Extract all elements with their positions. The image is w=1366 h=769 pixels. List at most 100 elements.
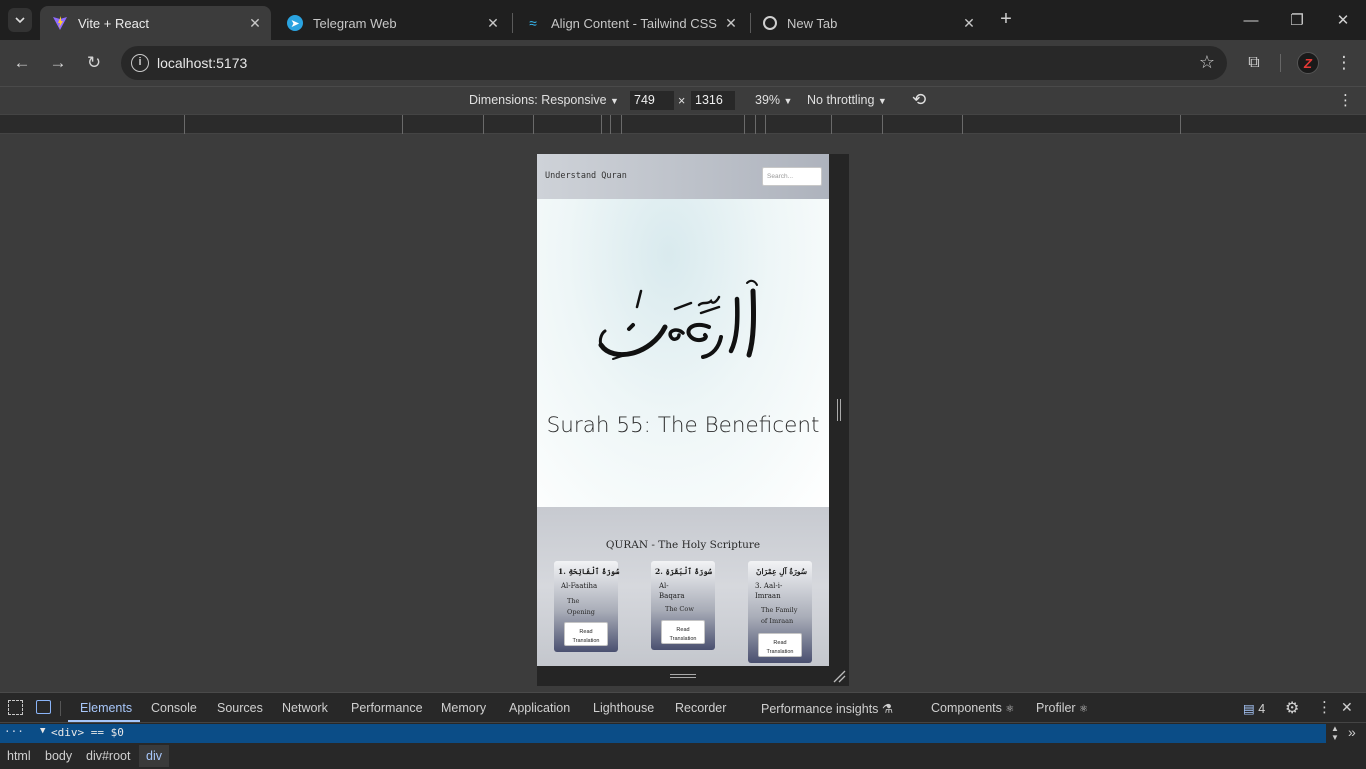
- forward-button[interactable]: →: [44, 49, 72, 77]
- times-sign: ×: [678, 94, 686, 108]
- mq-tick: [1180, 115, 1181, 134]
- back-button[interactable]: ←: [8, 49, 36, 77]
- tab-vite-react[interactable]: Vite + React ✕: [40, 6, 271, 40]
- surah-arabic-name: سُورَةُ ٱلْبَقَرَةِ: [665, 567, 713, 576]
- tab-components[interactable]: Components ⚛: [931, 701, 1014, 715]
- close-tab-icon[interactable]: ✕: [959, 15, 979, 32]
- selected-dom-node-row[interactable]: ··· ▼ <div> == $0: [0, 724, 1326, 743]
- read-translation-button[interactable]: Read Translation: [564, 622, 608, 646]
- media-query-bar[interactable]: [0, 114, 1366, 134]
- breadcrumb-body[interactable]: body: [45, 749, 72, 763]
- dom-scroll-stepper[interactable]: ▲ ▼: [1328, 724, 1342, 743]
- chrome-icon: [763, 16, 777, 30]
- mq-tick: [744, 115, 745, 134]
- site-info-icon[interactable]: i: [131, 54, 149, 72]
- chevron-down-icon: [15, 17, 25, 24]
- tab-profiler[interactable]: Profiler ⚛: [1036, 701, 1088, 715]
- devtools-menu-icon[interactable]: ⋮: [1317, 698, 1332, 716]
- new-tab-button[interactable]: +: [994, 8, 1018, 32]
- minimize-button[interactable]: —: [1228, 0, 1274, 40]
- mq-tick: [765, 115, 766, 134]
- surah-card[interactable]: سُورَةُ آلِ عِمْرَانَ 3. Aal-i- Imraan T…: [748, 561, 812, 663]
- tab-console[interactable]: Console: [151, 701, 197, 715]
- surah-translation: The Family: [761, 606, 798, 614]
- tab-new-tab[interactable]: New Tab ✕: [751, 6, 985, 40]
- tab-telegram[interactable]: ➤ Telegram Web ✕: [275, 6, 509, 40]
- profile-avatar[interactable]: Z: [1297, 52, 1319, 74]
- bookmark-star-icon[interactable]: ☆: [1199, 52, 1215, 73]
- more-options-icon[interactable]: ⋮: [1338, 91, 1353, 109]
- tab-memory[interactable]: Memory: [441, 701, 486, 715]
- corner-resize-handle[interactable]: [829, 666, 849, 686]
- extensions-icon[interactable]: ⧉: [1240, 49, 1268, 77]
- active-tab-indicator: [68, 720, 140, 722]
- surah-card[interactable]: 1. سُورَةُ ٱلْفَاتِحَةِ Al-Faatiha The O…: [554, 561, 620, 652]
- restore-button[interactable]: ❐: [1274, 0, 1320, 40]
- dimensions-select[interactable]: Dimensions: Responsive ▼: [469, 93, 619, 107]
- address-bar[interactable]: i localhost:5173 ☆: [121, 46, 1227, 80]
- tab-recorder[interactable]: Recorder: [675, 701, 726, 715]
- close-tab-icon[interactable]: ✕: [245, 15, 265, 32]
- button-label: Translation: [572, 638, 600, 644]
- surah-english-name: Al-Faatiha: [561, 582, 598, 590]
- right-resize-handle[interactable]: [829, 154, 849, 686]
- tab-network[interactable]: Network: [282, 701, 328, 715]
- scripture-title: QURAN - The Holy Scripture: [605, 539, 761, 551]
- bottom-resize-handle[interactable]: [537, 666, 829, 686]
- issues-badge[interactable]: ▤ 4: [1243, 701, 1265, 716]
- ar-rahman-calligraphy: [598, 279, 758, 360]
- zoom-select[interactable]: 39% ▼: [755, 93, 792, 107]
- site-search-input[interactable]: Search...: [762, 167, 822, 186]
- caret-down-icon: ▼: [610, 96, 619, 106]
- tab-performance[interactable]: Performance: [351, 701, 423, 715]
- surah-card[interactable]: 2. سُورَةُ ٱلْبَقَرَةِ Al- Baqara The Co…: [651, 561, 715, 650]
- settings-gear-icon[interactable]: ⚙: [1285, 698, 1299, 718]
- width-input[interactable]: 749: [630, 91, 674, 110]
- surah-number: 1.: [558, 567, 566, 576]
- tab-lighthouse[interactable]: Lighthouse: [593, 701, 654, 715]
- inspect-element-icon[interactable]: [8, 700, 23, 715]
- breadcrumb-root[interactable]: div#root: [86, 749, 130, 763]
- tab-elements[interactable]: Elements: [80, 701, 132, 715]
- mq-tick: [184, 115, 185, 134]
- throttling-select[interactable]: No throttling ▼: [807, 93, 887, 107]
- site-brand[interactable]: Understand Quran: [545, 171, 627, 181]
- close-tab-icon[interactable]: ✕: [483, 15, 503, 32]
- message-icon: ▤: [1243, 702, 1255, 716]
- button-label: Translation: [669, 636, 697, 642]
- browser-menu-icon[interactable]: ⋮: [1330, 49, 1358, 77]
- surah-english-name: Al-: [659, 582, 669, 590]
- surah-translation: of Imraan: [761, 617, 794, 625]
- tab-tailwind[interactable]: ≈ Align Content - Tailwind CSS ✕: [513, 6, 747, 40]
- flask-icon: ⚗: [881, 702, 894, 716]
- mq-tick: [533, 115, 534, 134]
- button-label: Read: [773, 640, 787, 646]
- device-toggle-icon[interactable]: [36, 700, 51, 714]
- site-navbar: Understand Quran Search...: [537, 154, 829, 199]
- emulated-page: Understand Quran Search... Surah 55: The…: [537, 154, 829, 666]
- breadcrumb: html body div#root div: [0, 745, 1366, 769]
- close-tab-icon[interactable]: ✕: [721, 15, 741, 32]
- expand-drawer-icon[interactable]: »: [1348, 724, 1356, 740]
- rotate-icon[interactable]: ⟲: [912, 90, 926, 110]
- close-devtools-icon[interactable]: ✕: [1341, 699, 1353, 716]
- browser-toolbar: ← → ↻ i localhost:5173 ☆ ⧉ Z ⋮: [0, 40, 1366, 86]
- surah-arabic-name: سُورَةُ ٱلْفَاتِحَةِ: [568, 567, 620, 576]
- height-input[interactable]: 1316: [691, 91, 735, 110]
- tab-sources[interactable]: Sources: [217, 701, 263, 715]
- breadcrumb-html[interactable]: html: [7, 749, 31, 763]
- breadcrumb-div[interactable]: div: [139, 745, 169, 767]
- read-translation-button[interactable]: Read Translation: [661, 620, 705, 644]
- tab-performance-insights[interactable]: Performance insights ⚗: [761, 701, 893, 716]
- toolbar-divider: [1280, 54, 1281, 72]
- reload-button[interactable]: ↻: [80, 49, 108, 77]
- read-translation-button[interactable]: Read Translation: [758, 633, 802, 657]
- tab-search-button[interactable]: [8, 8, 32, 32]
- caret-down-icon: ▼: [877, 96, 887, 106]
- expand-triangle-icon[interactable]: ▼: [40, 726, 45, 736]
- close-window-button[interactable]: ✕: [1320, 0, 1366, 40]
- hero-title: Surah 55: The Beneficent: [546, 413, 820, 438]
- dimensions-label: Dimensions: Responsive: [469, 93, 607, 107]
- tab-application[interactable]: Application: [509, 701, 570, 715]
- surah-english-name: Imraan: [755, 592, 781, 600]
